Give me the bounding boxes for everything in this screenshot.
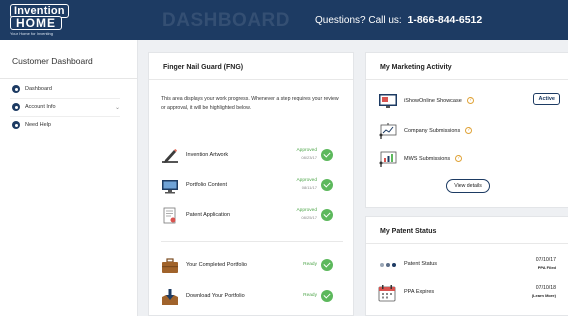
status-text: Ready	[303, 293, 317, 298]
patent-status-card: My Patent Status Patent Status 07/10/17 …	[365, 216, 568, 316]
step-row-patent-application[interactable]: Patent Application Approved 08/25/17	[161, 205, 345, 227]
sidebar-item-label: Need Help	[25, 122, 51, 128]
download-icon	[162, 289, 178, 305]
help-icon[interactable]: ?	[455, 155, 463, 162]
top-bar: Invention HOME Your Home for Inventing D…	[0, 0, 568, 40]
sidebar-item-need-help[interactable]: Need Help	[12, 119, 120, 131]
check-icon	[321, 290, 333, 302]
dashboard-icon	[12, 85, 20, 93]
marketing-item-company-submissions[interactable]: Company Submissions?	[378, 121, 568, 141]
marketing-label: iShowOnline Showcase?	[404, 97, 474, 104]
patent-item-status[interactable]: Patent Status 07/10/17 PPA Filed	[378, 255, 568, 275]
progress-description: This area displays your work progress. W…	[161, 96, 339, 111]
view-details-button[interactable]: View details	[446, 179, 490, 193]
logo-line2: HOME	[10, 16, 62, 30]
contact-phone: Questions? Call us: 1-866-844-6512	[315, 14, 482, 26]
calendar-icon	[378, 285, 396, 302]
questions-text: Questions? Call us:	[315, 15, 402, 26]
project-title: Finger Nail Guard (FNG)	[163, 64, 244, 71]
user-icon	[12, 103, 20, 111]
check-icon	[321, 209, 333, 221]
deliverable-label: Download Your Portfolio	[186, 293, 245, 299]
monitor-icon	[162, 180, 178, 194]
patent-date: 07/10/18 (Learn More)	[532, 285, 556, 299]
date-sub: PPA Filed	[537, 265, 556, 270]
certificate-icon	[163, 207, 176, 224]
date-text: 07/10/18	[535, 285, 556, 291]
marketing-item-mws-submissions[interactable]: MWS Submissions?	[378, 149, 568, 169]
page-title: DASHBOARD	[162, 10, 290, 31]
status-text: Approved	[296, 178, 317, 183]
status-text: Approved	[296, 148, 317, 153]
divider	[366, 243, 568, 244]
deliverable-row-download-portfolio[interactable]: Download Your Portfolio Ready	[161, 286, 345, 308]
marketing-label-text: iShowOnline Showcase	[404, 97, 462, 104]
marketing-label-text: MWS Submissions	[404, 155, 451, 162]
progress-dots-icon	[380, 263, 396, 267]
help-icon[interactable]: ?	[466, 97, 474, 104]
patent-item-ppa-expires[interactable]: PPA Expires 07/10/18 (Learn More)	[378, 283, 568, 303]
card-title: My Marketing Activity	[380, 64, 452, 71]
sidebar-title: Customer Dashboard	[12, 56, 93, 66]
step-label: Invention Artwork	[186, 152, 229, 158]
patent-label: Patent Status	[404, 261, 438, 267]
learn-more-link[interactable]: (Learn More)	[532, 292, 556, 299]
help-icon[interactable]: ?	[465, 127, 473, 134]
step-status: Approved 08/11/17	[296, 178, 317, 191]
briefcase-icon	[162, 258, 178, 273]
help-icon	[12, 121, 20, 129]
status-date: 08/25/17	[301, 214, 317, 220]
status-text: Approved	[296, 208, 317, 213]
sidebar-item-label: Dashboard	[25, 86, 52, 92]
sidebar: Customer Dashboard Dashboard Account Inf…	[0, 40, 138, 316]
check-icon	[321, 179, 333, 191]
step-row-portfolio-content[interactable]: Portfolio Content Approved 08/11/17	[161, 175, 345, 197]
presentation-icon	[379, 123, 397, 139]
check-icon	[321, 149, 333, 161]
status-badge: Active	[533, 93, 560, 105]
step-label: Patent Application	[186, 212, 231, 218]
patent-date: 07/10/17 PPA Filed	[536, 257, 556, 271]
invention-home-logo[interactable]: Invention HOME Your Home for Inventing	[8, 4, 80, 36]
sidebar-item-dashboard[interactable]: Dashboard	[12, 83, 120, 95]
divider	[10, 98, 120, 99]
sidebar-item-label: Account Info	[25, 104, 56, 110]
showcase-icon	[379, 94, 397, 108]
marketing-activity-card: My Marketing Activity iShowOnline Showca…	[365, 52, 568, 208]
date-text: 07/10/17	[535, 257, 556, 263]
marketing-label-text: Company Submissions	[404, 127, 461, 134]
pencil-icon	[162, 149, 178, 163]
status-text: Ready	[303, 262, 317, 267]
step-label: Portfolio Content	[186, 182, 227, 188]
divider	[366, 79, 568, 80]
divider	[10, 116, 120, 117]
logo-tagline: Your Home for Inventing	[10, 31, 53, 36]
patent-label: PPA Expires	[404, 289, 435, 295]
sidebar-divider	[0, 78, 137, 79]
marketing-label: MWS Submissions?	[404, 155, 463, 162]
deliverable-label: Your Completed Portfolio	[186, 262, 247, 268]
project-progress-card: Finger Nail Guard (FNG) This area displa…	[148, 52, 354, 316]
marketing-label: Company Submissions?	[404, 127, 473, 134]
status-date: 08/23/17	[301, 154, 317, 160]
divider	[149, 79, 353, 80]
status-date: 08/11/17	[301, 184, 317, 190]
step-status: Approved 08/25/17	[296, 208, 317, 221]
phone-number[interactable]: 1-866-844-6512	[408, 14, 483, 26]
step-row-invention-artwork[interactable]: Invention Artwork Approved 08/23/17	[161, 145, 345, 167]
divider	[161, 241, 343, 242]
step-status: Approved 08/23/17	[296, 148, 317, 161]
sidebar-item-account-info[interactable]: Account Info ⌄	[12, 101, 120, 113]
check-icon	[321, 259, 333, 271]
marketing-item-ishowonline[interactable]: iShowOnline Showcase? Active	[378, 91, 568, 111]
chart-presentation-icon	[379, 151, 397, 167]
chevron-down-icon: ⌄	[114, 104, 120, 111]
deliverable-row-completed-portfolio[interactable]: Your Completed Portfolio Ready	[161, 255, 345, 277]
card-title: My Patent Status	[380, 228, 437, 235]
